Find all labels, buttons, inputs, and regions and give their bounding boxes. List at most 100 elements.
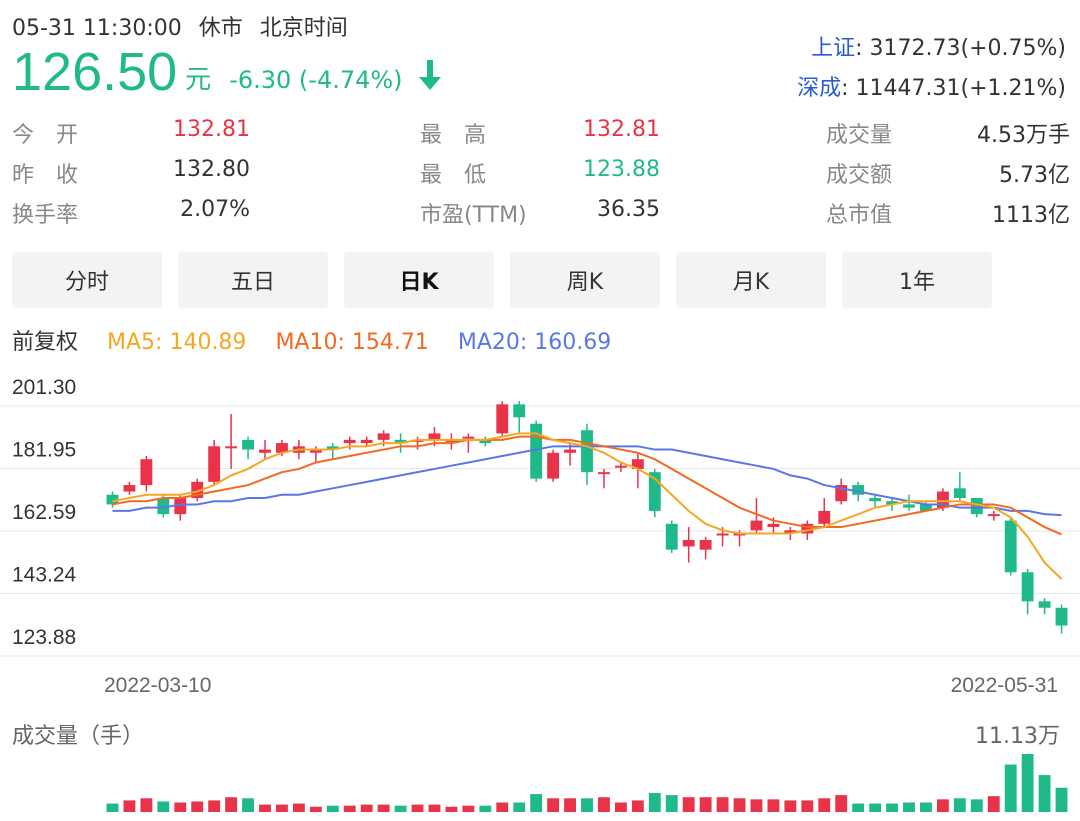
volume-bar <box>953 798 966 812</box>
volume-bar <box>920 802 932 812</box>
amount-value: 5.73亿 <box>999 163 1070 188</box>
volume-value: 4.53万手 <box>977 123 1070 148</box>
tab-five-day[interactable]: 五日 <box>178 252 328 308</box>
volume-bar <box>513 802 526 812</box>
volume-bar <box>987 796 1000 812</box>
volume-bar <box>225 797 238 812</box>
candle-body <box>699 539 712 550</box>
volume-bar <box>665 795 678 812</box>
candle-body <box>818 510 831 524</box>
candle-body <box>953 488 966 498</box>
amount-label: 成交额 <box>826 163 893 188</box>
candle-body <box>242 439 254 450</box>
volume-chart[interactable] <box>0 750 1080 814</box>
mktcap-value: 1113亿 <box>992 203 1070 228</box>
datetime: 05-31 11:30:00 <box>12 16 182 41</box>
prev-close-value: 132.80 <box>173 157 250 182</box>
volume-title: 成交量（手） <box>12 724 145 749</box>
candle-body <box>598 472 610 475</box>
candle-body <box>1021 572 1034 602</box>
turnover-value: 2.07% <box>180 197 250 222</box>
index-shanghai-name[interactable]: 上证 <box>811 36 855 61</box>
candle-body <box>716 533 729 536</box>
candle-body <box>750 520 763 531</box>
candle-body <box>462 436 475 439</box>
volume-bar <box>869 803 882 812</box>
volume-bar <box>564 798 576 812</box>
ma5-legend: MA5: 140.89 <box>107 330 247 355</box>
volume-label: 成交量 <box>826 123 893 148</box>
volume-bar <box>445 806 458 812</box>
volume-bar <box>428 804 441 812</box>
tab-daily-k[interactable]: 日K <box>344 252 494 308</box>
candle-body <box>614 465 627 468</box>
period-tabs: 分时 五日 日K 周K 月K 1年 <box>12 252 992 308</box>
candle-body <box>513 404 526 418</box>
pe-label: 市盈(TTM) <box>420 203 527 228</box>
volume-bar <box>598 797 610 812</box>
y-tick-label: 143.24 <box>12 563 77 586</box>
volume-bar <box>682 797 695 812</box>
price-row: 126.50 元 -6.30 (-4.74%) <box>12 44 443 100</box>
mktcap-label: 总市值 <box>826 203 893 228</box>
candle-body <box>343 439 356 444</box>
candle-body <box>682 539 695 547</box>
adjust-mode[interactable]: 前复权 <box>12 330 78 355</box>
tab-intraday[interactable]: 分时 <box>12 252 162 308</box>
volume-bar <box>326 805 339 812</box>
candle-body <box>987 514 1000 517</box>
volume-bar <box>259 804 271 812</box>
volume-bar <box>801 800 814 812</box>
current-price: 126.50 <box>12 42 178 102</box>
candle-body <box>1055 607 1068 626</box>
volume-bar <box>140 798 153 812</box>
candle-body <box>903 504 915 508</box>
tab-weekly-k[interactable]: 周K <box>510 252 660 308</box>
candle-body <box>665 523 678 550</box>
tab-one-year[interactable]: 1年 <box>842 252 992 308</box>
volume-bar <box>343 805 356 812</box>
y-tick-label: 181.95 <box>12 438 76 461</box>
kline-chart[interactable]: 201.30 181.95 162.59 143.24 123.88 2022-03-10… <box>0 360 1080 710</box>
volume-bar <box>631 800 644 812</box>
volume-bar <box>1021 754 1034 812</box>
volume-bar <box>903 802 915 812</box>
candle-body <box>767 523 780 528</box>
volume-bar <box>716 797 729 812</box>
volume-bar <box>1038 775 1051 812</box>
volume-bar <box>191 801 204 812</box>
high-label: 最 高 <box>420 123 487 148</box>
volume-bar <box>157 801 170 812</box>
candle-body <box>496 404 509 434</box>
ma-legend: 前复权 MA5: 140.89 MA10: 154.71 MA20: 160.6… <box>12 324 633 356</box>
candle-body <box>123 485 136 492</box>
index-shenzhen-name[interactable]: 深成 <box>797 76 841 101</box>
volume-bar <box>852 803 865 812</box>
candle-body <box>259 449 271 453</box>
volume-bar <box>818 798 831 812</box>
volume-bar <box>699 797 712 812</box>
volume-bar <box>1055 787 1068 812</box>
candle-body <box>1038 601 1051 608</box>
volume-bar <box>377 804 390 812</box>
timezone: 北京时间 <box>259 16 348 41</box>
candle-body <box>140 459 153 486</box>
volume-bar <box>123 800 136 812</box>
volume-bar <box>835 795 848 812</box>
pe-value: 36.35 <box>597 197 660 222</box>
low-label: 最 低 <box>420 163 487 188</box>
price-change: -6.30 (-4.74%) <box>229 66 403 94</box>
turnover-label: 换手率 <box>12 203 79 228</box>
index-shanghai[interactable]: 上证: 3172.73(+0.75%) <box>811 30 1066 62</box>
market-status-line: 05-31 11:30:00 休市 北京时间 <box>12 10 358 42</box>
volume-bar <box>411 804 424 812</box>
candle-body <box>869 497 882 502</box>
volume-bar <box>462 805 475 812</box>
ma20-legend: MA20: 160.69 <box>457 330 612 355</box>
volume-bar <box>174 802 187 812</box>
index-shenzhen[interactable]: 深成: 11447.31(+1.21%) <box>797 70 1066 102</box>
volume-bar <box>394 805 407 812</box>
candle-body <box>581 430 593 473</box>
tab-monthly-k[interactable]: 月K <box>676 252 826 308</box>
volume-bar <box>784 800 797 812</box>
